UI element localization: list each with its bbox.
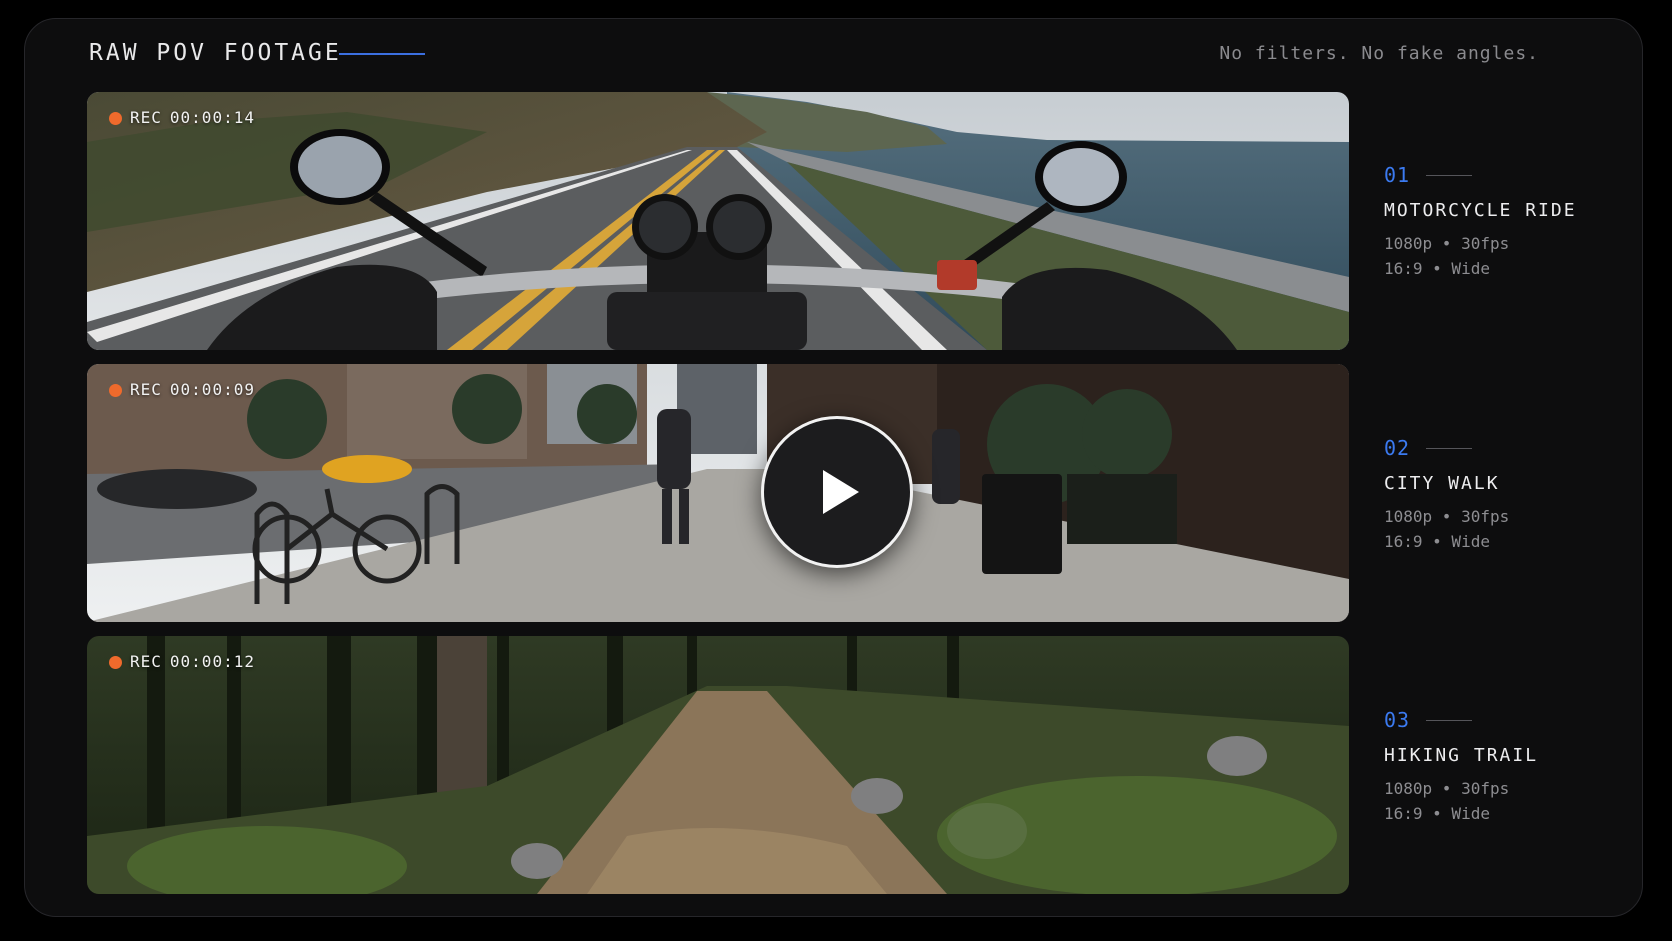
clip-number: 03: [1384, 708, 1411, 732]
rec-label: REC: [130, 652, 162, 671]
clip-number: 02: [1384, 436, 1411, 460]
number-divider: [1426, 719, 1473, 721]
clip-aspect: 16:9 • Wide: [1384, 259, 1490, 278]
clip-format: 1080p • 30fps: [1384, 507, 1510, 526]
clip-city-walk[interactable]: REC 00:00:09: [87, 364, 1349, 622]
clip-title: HIKING TRAIL: [1384, 745, 1539, 766]
timecode: 00:00:12: [169, 652, 255, 671]
page-title: RAW POV FOOTAGE: [89, 40, 342, 66]
clip-meta: 1080p • 30fps 16:9 • Wide: [1384, 776, 1624, 826]
timecode: 00:00:14: [169, 108, 255, 127]
clip-aspect: 16:9 • Wide: [1384, 804, 1490, 823]
rec-indicator: REC 00:00:14: [109, 108, 255, 128]
play-icon: [823, 470, 859, 514]
rec-label: REC: [130, 108, 162, 127]
clip-format: 1080p • 30fps: [1384, 779, 1510, 798]
clip-meta: 1080p • 30fps 16:9 • Wide: [1384, 231, 1624, 281]
clip-hiking-trail[interactable]: REC 00:00:12: [87, 636, 1349, 894]
city-walk-footage-thumbnail: [87, 364, 1349, 622]
clip-info-motorcycle-ride: 01 MOTORCYCLE RIDE 1080p • 30fps 16:9 • …: [1384, 163, 1624, 281]
recording-dot-icon: [109, 111, 122, 125]
clip-title: MOTORCYCLE RIDE: [1384, 200, 1577, 221]
rec-label: REC: [130, 380, 162, 399]
number-divider: [1426, 174, 1473, 176]
clip-meta: 1080p • 30fps 16:9 • Wide: [1384, 504, 1624, 554]
number-divider: [1426, 447, 1473, 449]
rec-indicator: REC 00:00:12: [109, 652, 255, 672]
hiking-trail-footage-thumbnail: [87, 636, 1349, 894]
recording-dot-icon: [109, 383, 122, 397]
page-tagline: No filters. No fake angles.: [1219, 43, 1539, 64]
motorcycle-footage-thumbnail: [87, 92, 1349, 350]
rec-indicator: REC 00:00:09: [109, 380, 255, 400]
clip-format: 1080p • 30fps: [1384, 234, 1510, 253]
timecode: 00:00:09: [169, 380, 255, 399]
title-accent-line: [339, 53, 425, 55]
clip-title: CITY WALK: [1384, 473, 1500, 494]
recording-dot-icon: [109, 655, 122, 669]
clip-aspect: 16:9 • Wide: [1384, 532, 1490, 551]
clip-info-city-walk: 02 CITY WALK 1080p • 30fps 16:9 • Wide: [1384, 436, 1624, 554]
clip-info-hiking-trail: 03 HIKING TRAIL 1080p • 30fps 16:9 • Wid…: [1384, 708, 1624, 826]
clip-number: 01: [1384, 163, 1411, 187]
play-button[interactable]: [761, 416, 913, 568]
clip-motorcycle-ride[interactable]: REC 00:00:14: [87, 92, 1349, 350]
